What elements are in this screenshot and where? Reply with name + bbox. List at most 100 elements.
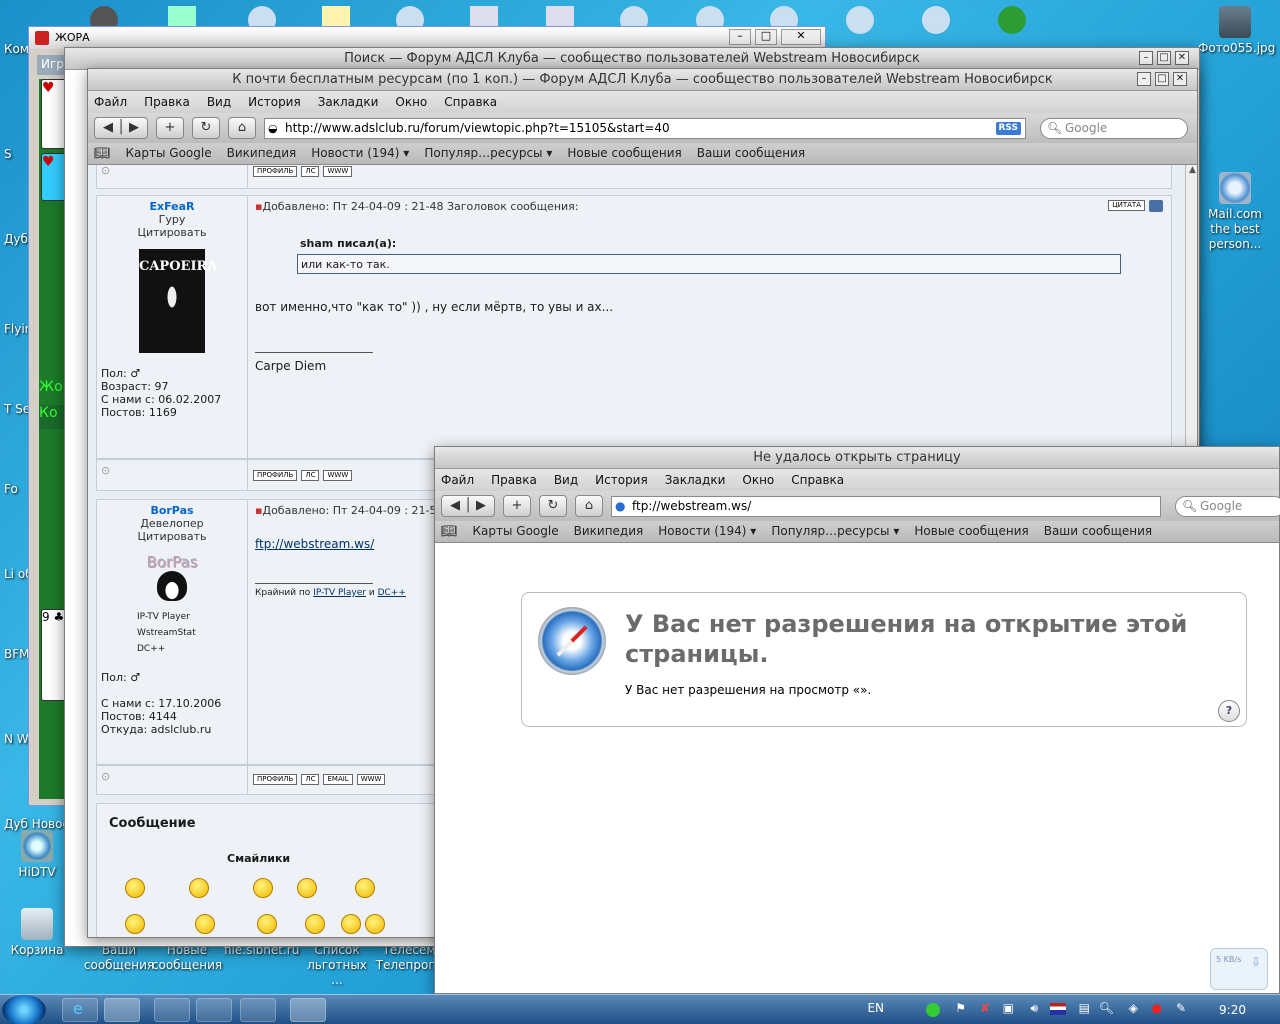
- menu-item[interactable]: Справка: [444, 95, 497, 109]
- reload-button[interactable]: ↻: [539, 495, 567, 517]
- desktop-icon-hidtv[interactable]: HiDTV: [0, 830, 74, 880]
- url-field[interactable]: ● ftp://webstream.ws/: [611, 496, 1161, 517]
- smiley-icon[interactable]: [125, 914, 145, 934]
- menu-item[interactable]: История: [595, 473, 648, 487]
- smiley-icon[interactable]: [253, 878, 273, 898]
- reload-button[interactable]: ↻: [192, 117, 220, 139]
- us-flag-icon[interactable]: [1050, 1003, 1066, 1015]
- smiley-icon[interactable]: [365, 914, 385, 934]
- menu-item[interactable]: Правка: [491, 473, 537, 487]
- home-button[interactable]: ⌂: [228, 117, 256, 139]
- app-icon[interactable]: [240, 998, 276, 1022]
- menu-item[interactable]: Справка: [791, 473, 844, 487]
- clock[interactable]: 9:20: [1219, 1003, 1246, 1017]
- desktop-icon-label[interactable]: Т Se: [4, 402, 30, 416]
- ie-icon[interactable]: e: [62, 998, 98, 1022]
- author-name[interactable]: BorPas: [101, 504, 243, 517]
- menu-item[interactable]: Вид: [207, 95, 231, 109]
- quote-link[interactable]: Цитировать: [101, 530, 243, 543]
- desktop-icon[interactable]: [922, 6, 950, 34]
- menu-item[interactable]: Файл: [441, 473, 474, 487]
- search-field[interactable]: 🔍︎ Google: [1175, 496, 1280, 517]
- add-bookmark-button[interactable]: +: [156, 117, 184, 139]
- profile-button[interactable]: ПРОФИЛЬ: [253, 774, 298, 785]
- www-button[interactable]: WWW: [323, 470, 353, 481]
- add-bookmark-button[interactable]: +: [503, 495, 531, 517]
- game-taskbar-icon[interactable]: [290, 998, 326, 1022]
- menu-item[interactable]: Закладки: [665, 473, 726, 487]
- url-field[interactable]: ◒ http://www.adslclub.ru/forum/viewtopic…: [264, 118, 1026, 139]
- flag-icon[interactable]: ⚑: [955, 1001, 966, 1015]
- error-window[interactable]: Не удалось открыть страницу Файл Правка Ви…: [434, 446, 1280, 994]
- www-button[interactable]: WWW: [323, 166, 353, 177]
- tray-icon[interactable]: ✎: [1176, 1001, 1186, 1015]
- pm-button[interactable]: ЛС: [301, 470, 320, 481]
- menu-item[interactable]: Окно: [395, 95, 427, 109]
- smiley-icon[interactable]: [195, 914, 215, 934]
- back-forward-buttons[interactable]: ◀ │ ▶: [94, 117, 148, 139]
- desktop-icon-label[interactable]: Дуб: [4, 232, 28, 246]
- home-button[interactable]: ⌂: [575, 495, 603, 517]
- desktop-icon-mailru[interactable]: Mail.com the best person...: [1198, 172, 1272, 252]
- profile-button[interactable]: ПРОФИЛЬ: [253, 166, 298, 177]
- book-icon[interactable]: 📖︎: [94, 146, 111, 161]
- maximize-button[interactable]: □: [755, 29, 777, 45]
- search-icon[interactable]: 🔍︎: [1099, 1001, 1114, 1015]
- bookmark-item[interactable]: Новые сообщения: [914, 524, 1028, 538]
- close-button[interactable]: ✕: [1175, 51, 1189, 65]
- minimize-button[interactable]: –: [729, 29, 751, 45]
- menu-item[interactable]: Закладки: [318, 95, 379, 109]
- menu-item[interactable]: Вид: [554, 473, 578, 487]
- media-player-icon[interactable]: [196, 998, 232, 1022]
- maximize-button[interactable]: □: [1155, 72, 1169, 86]
- search-field[interactable]: 🔍︎ Google: [1040, 118, 1188, 139]
- bookmark-item[interactable]: Новости (194) ▾: [658, 524, 756, 538]
- minimize-button[interactable]: –: [1139, 51, 1153, 65]
- scroll-up-icon[interactable]: ▲: [1186, 165, 1197, 175]
- www-button[interactable]: WWW: [356, 774, 386, 785]
- rss-button[interactable]: RSS: [995, 122, 1021, 135]
- book-icon[interactable]: 📖︎: [441, 524, 458, 539]
- minimize-button[interactable]: –: [1137, 72, 1151, 86]
- desktop-icon-bin[interactable]: Корзина: [0, 908, 74, 958]
- tree-icon[interactable]: [998, 6, 1026, 34]
- maximize-button[interactable]: □: [1157, 51, 1171, 65]
- close-button[interactable]: ✕: [781, 29, 821, 45]
- safari-taskbar-icon[interactable]: [104, 998, 140, 1022]
- smiley-icon[interactable]: [125, 878, 145, 898]
- up-icon[interactable]: ⊙: [101, 770, 110, 783]
- email-button[interactable]: EMAIL: [323, 774, 353, 785]
- tray-icon[interactable]: ▣: [1003, 1001, 1014, 1015]
- up-icon[interactable]: ⊙: [101, 464, 110, 477]
- language-indicator[interactable]: EN: [867, 1001, 884, 1015]
- bookmark-item[interactable]: Карты Google: [126, 146, 212, 160]
- menu-item[interactable]: Окно: [742, 473, 774, 487]
- pm-button[interactable]: ЛС: [301, 774, 320, 785]
- volume-icon[interactable]: 🔊︎: [1030, 1001, 1038, 1016]
- quote-button[interactable]: ЦИТАТА: [1108, 200, 1145, 211]
- desktop-icon-label[interactable]: Ком: [4, 42, 29, 56]
- quote-link[interactable]: Цитировать: [101, 226, 243, 239]
- bookmark-item[interactable]: Новости (194) ▾: [311, 146, 409, 160]
- pm-button[interactable]: ЛС: [301, 166, 320, 177]
- menu-item[interactable]: История: [248, 95, 301, 109]
- smiley-icon[interactable]: [341, 914, 361, 934]
- desktop-icon-label[interactable]: S: [4, 147, 12, 161]
- folder-icon[interactable]: [154, 998, 190, 1022]
- signature-link[interactable]: IP-TV Player: [313, 588, 366, 598]
- menu-item[interactable]: Файл: [94, 95, 127, 109]
- tray-icon[interactable]: [926, 1003, 940, 1017]
- profile-button[interactable]: ПРОФИЛЬ: [253, 470, 298, 481]
- bookmark-item[interactable]: Популяр…ресурсы ▾: [424, 146, 552, 160]
- menu-item[interactable]: Правка: [144, 95, 190, 109]
- bookmark-item[interactable]: Ваши сообщения: [697, 146, 805, 160]
- smiley-icon[interactable]: [297, 878, 317, 898]
- start-button[interactable]: [2, 995, 46, 1024]
- bookmark-item[interactable]: Википедия: [574, 524, 644, 538]
- forward-icon[interactable]: ▶: [476, 498, 486, 513]
- desktop-icon[interactable]: [846, 6, 874, 34]
- bookmark-item[interactable]: Популяр…ресурсы ▾: [771, 524, 899, 538]
- back-forward-buttons[interactable]: ◀ │ ▶: [441, 495, 495, 517]
- bookmark-item[interactable]: Новые сообщения: [567, 146, 681, 160]
- smiley-icon[interactable]: [355, 878, 375, 898]
